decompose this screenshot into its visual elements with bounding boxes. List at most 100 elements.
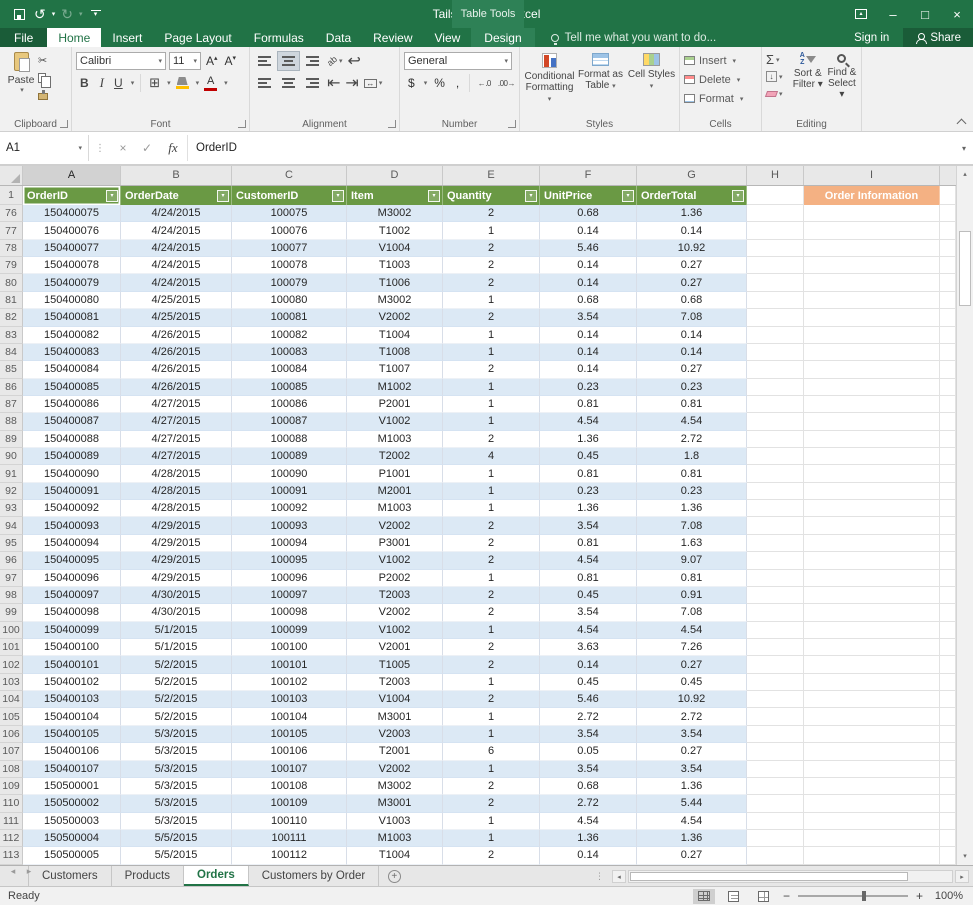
cell[interactable]	[747, 309, 804, 326]
cell[interactable]: 5/3/2015	[121, 743, 232, 760]
filter-dropdown-icon[interactable]: ▾	[428, 190, 440, 202]
cell[interactable]: 150400102	[23, 674, 121, 691]
cell[interactable]: 1	[443, 500, 540, 517]
cell[interactable]: 1.8	[637, 448, 747, 465]
cell[interactable]: 0.14	[540, 656, 637, 673]
cell[interactable]: 150400106	[23, 743, 121, 760]
cell[interactable]: 2.72	[540, 795, 637, 812]
column-header-partial[interactable]	[940, 166, 956, 185]
undo-dropdown-icon[interactable]: ▾	[51, 10, 57, 18]
row-number[interactable]: 95	[0, 535, 23, 552]
cell[interactable]	[804, 708, 940, 725]
cell[interactable]: 1	[443, 379, 540, 396]
cell[interactable]	[747, 761, 804, 778]
cell[interactable]	[747, 257, 804, 274]
cell[interactable]: 4/26/2015	[121, 344, 232, 361]
cell[interactable]: 1.36	[540, 500, 637, 517]
row-number[interactable]: 87	[0, 396, 23, 413]
cell[interactable]	[747, 292, 804, 309]
cell[interactable]	[747, 587, 804, 604]
cell[interactable]	[804, 587, 940, 604]
cell[interactable]: 5/1/2015	[121, 639, 232, 656]
cell[interactable]: 0.68	[540, 205, 637, 222]
cell[interactable]	[747, 413, 804, 430]
row-number[interactable]: 110	[0, 795, 23, 812]
cell[interactable]: V2002	[347, 309, 443, 326]
cell[interactable]	[940, 726, 956, 743]
cell[interactable]: T2001	[347, 743, 443, 760]
cell[interactable]: 0.45	[540, 448, 637, 465]
cell[interactable]: 0.81	[540, 465, 637, 482]
column-header-d[interactable]: D	[347, 166, 443, 185]
cut-button[interactable]: ✂	[38, 53, 48, 68]
cell[interactable]: T1002	[347, 222, 443, 239]
cell[interactable]: 0.14	[540, 344, 637, 361]
row-number[interactable]: 107	[0, 743, 23, 760]
cell[interactable]: M3002	[347, 778, 443, 795]
cell[interactable]: 0.68	[637, 292, 747, 309]
cell[interactable]: 100088	[232, 431, 347, 448]
row-number[interactable]: 105	[0, 708, 23, 725]
increase-decimal-button[interactable]: ←.0	[476, 79, 493, 88]
cell[interactable]: V1002	[347, 413, 443, 430]
cell[interactable]: 150400079	[23, 274, 121, 291]
cell[interactable]	[747, 830, 804, 847]
cell[interactable]	[940, 535, 956, 552]
align-center-button[interactable]	[278, 74, 299, 92]
cell[interactable]: 4.54	[540, 813, 637, 830]
cell[interactable]: 2	[443, 604, 540, 621]
ribbon-display-options-button[interactable]: ▴	[845, 0, 877, 28]
row-number[interactable]: 1	[0, 186, 23, 205]
cell[interactable]: 150400083	[23, 344, 121, 361]
select-all-button[interactable]	[0, 166, 23, 185]
cell[interactable]: 3.54	[637, 726, 747, 743]
cell[interactable]: 0.68	[540, 292, 637, 309]
cell[interactable]: 100100	[232, 639, 347, 656]
row-number[interactable]: 93	[0, 500, 23, 517]
cell[interactable]: M1003	[347, 830, 443, 847]
cell[interactable]	[940, 292, 956, 309]
cell[interactable]	[747, 604, 804, 621]
cell[interactable]: 2	[443, 778, 540, 795]
cell[interactable]	[940, 795, 956, 812]
cell[interactable]: 4.54	[637, 413, 747, 430]
cell[interactable]: 4/24/2015	[121, 222, 232, 239]
cell[interactable]: V2002	[347, 761, 443, 778]
formula-bar-expand-icon[interactable]: ▾	[955, 144, 973, 153]
insert-function-button[interactable]: fx	[159, 140, 187, 156]
cell[interactable]: 150400082	[23, 327, 121, 344]
cell[interactable]: 100092	[232, 500, 347, 517]
cell[interactable]: 150400104	[23, 708, 121, 725]
column-header-b[interactable]: B	[121, 166, 232, 185]
percent-style-button[interactable]: %	[430, 76, 449, 90]
cell[interactable]: 2	[443, 257, 540, 274]
cell[interactable]	[940, 309, 956, 326]
cell[interactable]: 1	[443, 813, 540, 830]
cell[interactable]: 2	[443, 587, 540, 604]
row-number[interactable]: 77	[0, 222, 23, 239]
format-cells-button[interactable]: Format ▾	[684, 89, 759, 108]
number-format-combo[interactable]: General ▾	[404, 52, 512, 70]
cell[interactable]	[940, 274, 956, 291]
row-number[interactable]: 82	[0, 309, 23, 326]
cell[interactable]: 4/30/2015	[121, 604, 232, 621]
clipboard-dialog-launcher[interactable]	[60, 120, 68, 128]
cell[interactable]	[940, 361, 956, 378]
cell[interactable]	[804, 656, 940, 673]
cell[interactable]: P1001	[347, 465, 443, 482]
fill-color-button[interactable]	[174, 77, 191, 89]
cell[interactable]: T1008	[347, 344, 443, 361]
cell[interactable]: 100111	[232, 830, 347, 847]
cell[interactable]	[747, 379, 804, 396]
undo-button[interactable]: ↺	[31, 0, 49, 28]
cell[interactable]	[747, 535, 804, 552]
name-box-dropdown-icon[interactable]: ▾	[78, 144, 82, 152]
sheet-tab-customers[interactable]: Customers	[28, 866, 112, 886]
cell[interactable]: 100107	[232, 761, 347, 778]
cell[interactable]: 0.23	[540, 483, 637, 500]
cell[interactable]: P2001	[347, 396, 443, 413]
cell[interactable]	[747, 674, 804, 691]
row-number[interactable]: 91	[0, 465, 23, 482]
cell[interactable]: 100110	[232, 813, 347, 830]
cell[interactable]: 5/2/2015	[121, 708, 232, 725]
